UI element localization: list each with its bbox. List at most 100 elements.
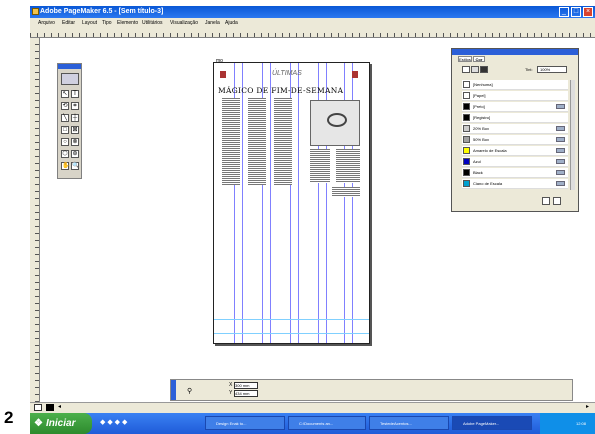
rectangle-frame-tool-icon[interactable]: ⊠	[71, 126, 79, 134]
text-tool-icon[interactable]: T	[71, 90, 79, 98]
hand-tool-icon[interactable]: ✋	[61, 162, 69, 170]
ellipse-frame-tool-icon[interactable]: ⊗	[71, 138, 79, 146]
zoom-tool-icon[interactable]: 🔍	[71, 162, 79, 170]
menu-item-editar[interactable]: Editar	[62, 18, 75, 28]
maximize-button[interactable]: □	[571, 7, 581, 17]
menu-item-janela[interactable]: Janela	[205, 18, 220, 28]
new-color-icon[interactable]	[542, 197, 550, 205]
clock: 12:08	[576, 421, 587, 426]
process-color-icon	[556, 126, 565, 131]
close-button[interactable]: ×	[583, 7, 593, 17]
color-swatch	[463, 92, 470, 99]
process-color-icon	[556, 104, 565, 109]
color-item[interactable]: [Preto]	[462, 102, 568, 112]
polygon-tool-icon[interactable]: ⬡	[61, 150, 69, 158]
start-button[interactable]: ❖ Iniciar	[30, 413, 92, 434]
minimize-button[interactable]: _	[559, 7, 569, 17]
polygon-frame-tool-icon[interactable]: ⊛	[71, 150, 79, 158]
scroll-right-icon[interactable]: ▸	[586, 403, 589, 410]
quick-launch-icons[interactable]: ◆ ◆ ◆ ◆	[100, 418, 127, 426]
pointer-tool-icon[interactable]: ↖	[61, 90, 69, 98]
color-item[interactable]: Ciano de Escala	[462, 179, 568, 189]
toolbox-titlebar[interactable]	[58, 64, 81, 69]
color-swatch	[463, 136, 470, 143]
color-swatch	[463, 169, 470, 176]
fill-icon[interactable]	[471, 66, 479, 73]
menu-item-ajuda[interactable]: Ajuda	[225, 18, 238, 28]
menu-item-elemento[interactable]: Elemento	[117, 18, 138, 28]
constrained-line-tool-icon[interactable]: ┼	[71, 114, 79, 122]
color-swatch	[463, 158, 470, 165]
taskbar: ❖ Iniciar ◆ ◆ ◆ ◆ Design Enak to... C:\D…	[30, 413, 595, 434]
color-swatch	[463, 103, 470, 110]
color-item[interactable]: Azul	[462, 157, 568, 167]
text-column-3[interactable]	[274, 98, 292, 185]
text-column-2[interactable]	[248, 98, 266, 185]
crop-tool-icon[interactable]: ⌗	[71, 102, 79, 110]
color-swatch	[463, 180, 470, 187]
system-tray: 12:08	[540, 413, 595, 434]
color-item[interactable]: [Registro]	[462, 113, 568, 123]
color-list-scrollbar[interactable]	[570, 80, 575, 190]
tint-label: Tint:	[525, 67, 533, 72]
color-swatch	[463, 81, 470, 88]
color-item[interactable]: 50% Box	[462, 135, 568, 145]
rectangle-tool-icon[interactable]: □	[61, 126, 69, 134]
taskbar-item[interactable]: TestedeAcentos...	[369, 416, 449, 430]
color-item[interactable]: Black	[462, 168, 568, 178]
color-item[interactable]: 20% Box	[462, 124, 568, 134]
both-icon[interactable]	[480, 66, 488, 73]
toolbox-palette: ↖ T ⟲ ⌗ ╲ ┼ □ ⊠ ○ ⊗ ⬡ ⊛ ✋ 🔍	[57, 63, 82, 179]
scroll-left-icon[interactable]: ◂	[58, 403, 61, 410]
window-title: Adobe PageMaker 6.5 - [Sem título-3]	[40, 8, 164, 15]
x-label: X	[229, 382, 233, 388]
color-palette: Estilos Cor Tint: 100% [Nenhuma] [Papel]…	[451, 48, 579, 212]
line-tool-icon[interactable]: ╲	[61, 114, 69, 122]
tint-select[interactable]: 100%	[537, 66, 567, 73]
menu-item-utilitarios[interactable]: Utilitários	[142, 18, 163, 28]
color-swatch	[463, 125, 470, 132]
tab-cor[interactable]: Cor	[473, 56, 485, 62]
y-coordinate-field[interactable]: 434 mm	[234, 390, 258, 397]
rotate-tool-icon[interactable]: ⟲	[61, 102, 69, 110]
menu-item-visualizacao[interactable]: Visualização	[170, 18, 198, 28]
x-coordinate-field[interactable]: 300 mm	[234, 382, 258, 389]
page-number: 2	[4, 408, 14, 427]
ellipse-tool-icon[interactable]: ○	[61, 138, 69, 146]
color-swatch	[463, 114, 470, 121]
document-page[interactable]: mo ÚLTIMAS MÁGICO DE FIM-DE-SEMANA	[213, 58, 370, 344]
master-page-icon[interactable]	[34, 404, 42, 411]
trash-icon[interactable]	[553, 197, 561, 205]
page-navigator-bar: ◂ ▸	[30, 402, 595, 413]
headline: MÁGICO DE FIM-DE-SEMANA	[218, 86, 344, 95]
text-column-5[interactable]	[336, 149, 360, 183]
caption-block[interactable]	[332, 187, 360, 197]
color-palette-titlebar[interactable]	[452, 49, 578, 55]
control-palette-titlebar[interactable]	[171, 380, 176, 400]
zoom-icon[interactable]: ⚲	[187, 387, 192, 395]
page-icon[interactable]	[46, 404, 54, 411]
app-icon	[32, 8, 39, 15]
color-item[interactable]: [Nenhuma]	[462, 80, 568, 90]
masthead-icon-left	[220, 71, 226, 78]
process-color-icon	[556, 170, 565, 175]
tab-estilos[interactable]: Estilos	[458, 56, 472, 62]
color-item[interactable]: [Papel]	[462, 91, 568, 101]
text-column-4[interactable]	[310, 149, 330, 183]
color-item[interactable]: Amarelo de Escala	[462, 146, 568, 156]
text-column-1[interactable]	[222, 98, 240, 185]
horizontal-ruler[interactable]	[30, 28, 595, 38]
vertical-ruler[interactable]	[30, 38, 40, 402]
taskbar-item[interactable]: Design Enak to...	[205, 416, 285, 430]
stroke-icon[interactable]	[462, 66, 470, 73]
taskbar-item[interactable]: C:\Documents an...	[288, 416, 366, 430]
menu-item-tipo[interactable]: Tipo	[102, 18, 112, 28]
menu-item-arquivo[interactable]: Arquivo	[38, 18, 55, 28]
title-bar: Adobe PageMaker 6.5 - [Sem título-3] _ □…	[30, 6, 595, 18]
y-label: Y	[229, 390, 233, 396]
process-color-icon	[556, 148, 565, 153]
menu-item-layout[interactable]: Layout	[82, 18, 97, 28]
article-image[interactable]	[310, 100, 360, 146]
style-view-icon[interactable]	[61, 73, 79, 85]
taskbar-item[interactable]: Adobe PageMaker...	[452, 416, 532, 430]
